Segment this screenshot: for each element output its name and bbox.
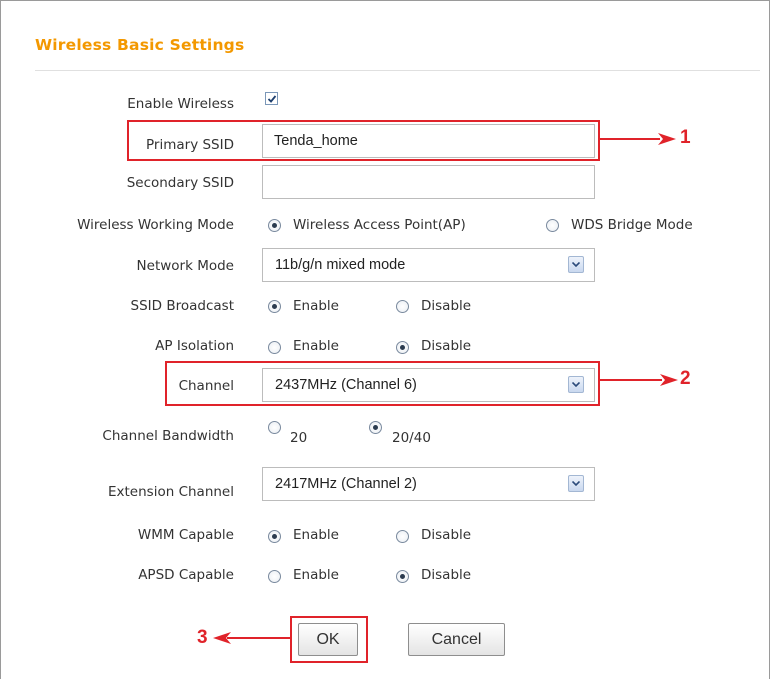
primary-ssid-highlight xyxy=(127,120,600,161)
ok-highlight xyxy=(290,616,368,663)
ap-isolation-disable-label: Disable xyxy=(421,338,472,354)
working-mode-label: Wireless Working Mode xyxy=(77,217,234,233)
chevron-down-icon[interactable] xyxy=(568,475,584,492)
extension-channel-select[interactable]: 2417MHz (Channel 2) xyxy=(262,467,595,501)
title-divider xyxy=(35,70,760,71)
extension-channel-value: 2417MHz (Channel 2) xyxy=(275,476,417,492)
apsd-enable-label: Enable xyxy=(293,567,339,583)
chevron-down-icon[interactable] xyxy=(568,256,584,273)
secondary-ssid-input[interactable] xyxy=(262,165,595,199)
channel-highlight xyxy=(165,361,600,406)
ssid-broadcast-enable-radio[interactable] xyxy=(268,300,281,313)
settings-panel xyxy=(0,0,770,679)
ssid-broadcast-disable-radio[interactable] xyxy=(396,300,409,313)
working-mode-wds-label: WDS Bridge Mode xyxy=(571,217,693,233)
wmm-label: WMM Capable xyxy=(137,527,234,543)
extension-channel-label: Extension Channel xyxy=(108,484,234,500)
arrow-left-icon xyxy=(213,632,291,644)
working-mode-wds-radio[interactable] xyxy=(546,219,559,232)
enable-wireless-checkbox[interactable] xyxy=(265,92,278,105)
callout-2: 2 xyxy=(680,368,691,389)
network-mode-label: Network Mode xyxy=(136,258,234,274)
wmm-enable-radio[interactable] xyxy=(268,530,281,543)
apsd-label: APSD Capable xyxy=(138,567,234,583)
bandwidth-2040-label: 20/40 xyxy=(392,430,431,446)
ap-isolation-enable-label: Enable xyxy=(293,338,339,354)
wmm-disable-radio[interactable] xyxy=(396,530,409,543)
working-mode-ap-label: Wireless Access Point(AP) xyxy=(293,217,466,233)
arrow-right-icon xyxy=(600,133,676,145)
checkmark-icon xyxy=(267,95,277,103)
network-mode-select[interactable]: 11b/g/n mixed mode xyxy=(262,248,595,282)
wmm-disable-label: Disable xyxy=(421,527,472,543)
enable-wireless-label: Enable Wireless xyxy=(127,96,234,112)
network-mode-value: 11b/g/n mixed mode xyxy=(275,257,406,273)
apsd-disable-label: Disable xyxy=(421,567,472,583)
bandwidth-20-radio[interactable] xyxy=(268,421,281,434)
arrow-right-icon xyxy=(600,374,678,386)
callout-1: 1 xyxy=(680,127,691,148)
page-title: Wireless Basic Settings xyxy=(35,36,245,54)
ap-isolation-disable-radio[interactable] xyxy=(396,341,409,354)
cancel-button[interactable]: Cancel xyxy=(408,623,505,656)
bandwidth-20-label: 20 xyxy=(290,430,308,446)
callout-3: 3 xyxy=(197,627,208,648)
secondary-ssid-label: Secondary SSID xyxy=(126,175,234,191)
wmm-enable-label: Enable xyxy=(293,527,339,543)
ssid-broadcast-label: SSID Broadcast xyxy=(130,298,234,314)
apsd-disable-radio[interactable] xyxy=(396,570,409,583)
ssid-broadcast-disable-label: Disable xyxy=(421,298,472,314)
channel-bandwidth-label: Channel Bandwidth xyxy=(102,428,234,444)
working-mode-ap-radio[interactable] xyxy=(268,219,281,232)
apsd-enable-radio[interactable] xyxy=(268,570,281,583)
ap-isolation-enable-radio[interactable] xyxy=(268,341,281,354)
bandwidth-2040-radio[interactable] xyxy=(369,421,382,434)
ap-isolation-label: AP Isolation xyxy=(155,338,234,354)
ssid-broadcast-enable-label: Enable xyxy=(293,298,339,314)
